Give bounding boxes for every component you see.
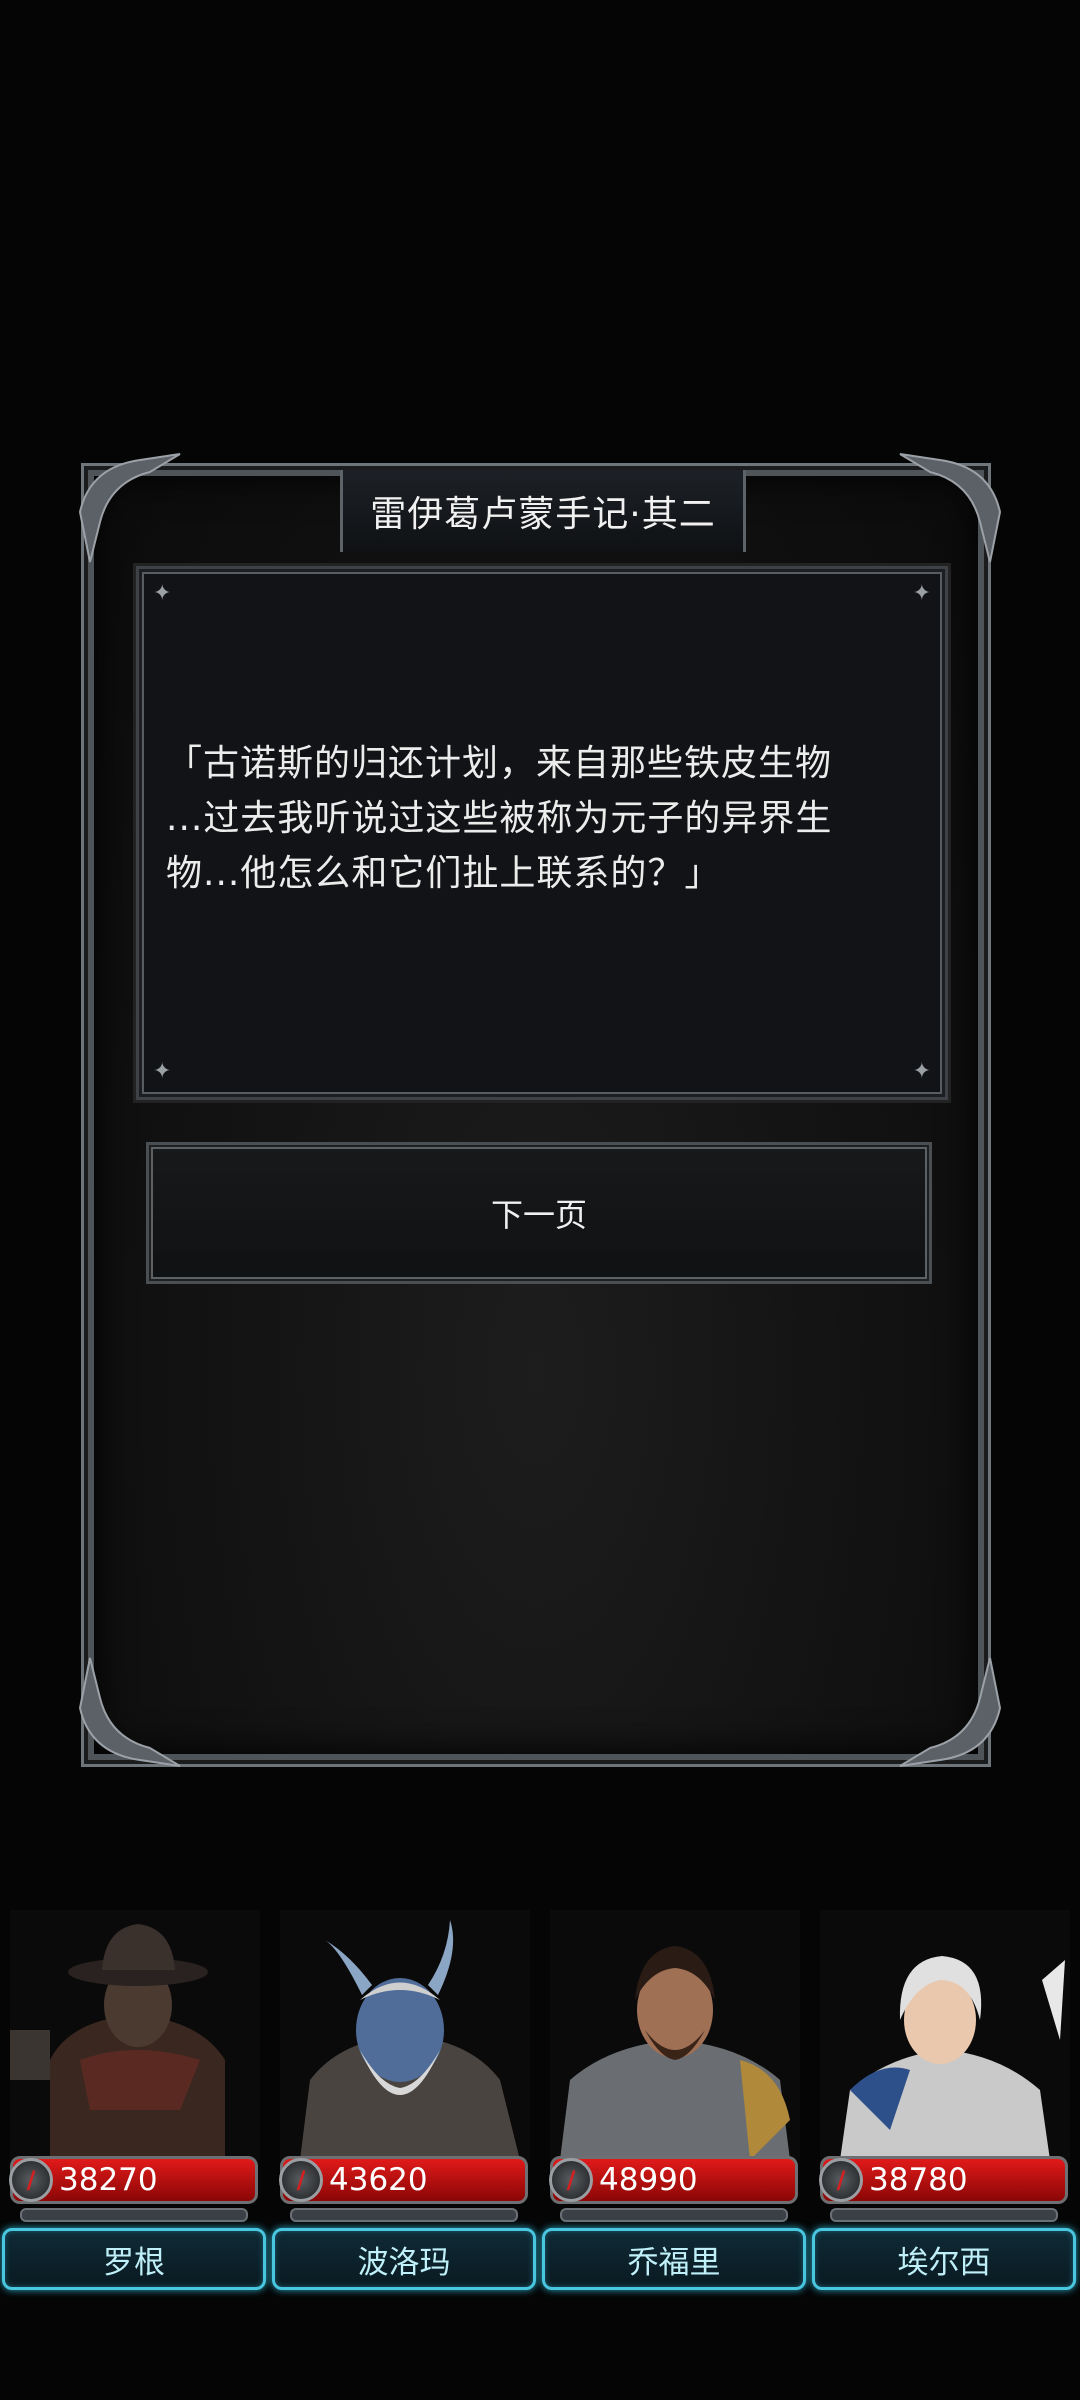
hp-value: 38270 xyxy=(59,2162,158,2198)
energy-bar xyxy=(830,2208,1058,2222)
name-button-joffrey[interactable]: 乔福里 xyxy=(542,2228,806,2290)
next-page-label: 下一页 xyxy=(490,1196,587,1234)
name-button-rogen[interactable]: 罗根 xyxy=(2,2228,266,2290)
sword-icon: / xyxy=(819,2158,863,2202)
hp-value: 38780 xyxy=(869,2162,968,2198)
portrait-rogen[interactable] xyxy=(10,1910,260,2160)
energy-bar xyxy=(290,2208,518,2222)
party-member-rogen[interactable]: / 38270 罗根 xyxy=(0,1900,268,2300)
star-ornament-icon: ✦ xyxy=(153,1059,172,1084)
dialog-line: 「古诺斯的归还计划，来自那些铁皮生物 xyxy=(166,743,833,784)
portrait-boloma[interactable] xyxy=(280,1910,530,2160)
star-ornament-icon: ✦ xyxy=(153,581,172,606)
energy-bar xyxy=(560,2208,788,2222)
energy-bar xyxy=(20,2208,248,2222)
star-ornament-icon: ✦ xyxy=(912,1059,931,1084)
frame-ornament-bottom-right xyxy=(890,1648,1010,1768)
member-name: 罗根 xyxy=(103,2244,165,2281)
name-button-boloma[interactable]: 波洛玛 xyxy=(272,2228,536,2290)
next-page-button[interactable]: 下一页 xyxy=(146,1142,932,1284)
dialog-title: 雷伊葛卢蒙手记·其二 xyxy=(370,494,716,535)
portrait-elsie[interactable] xyxy=(820,1910,1070,2160)
sword-icon: / xyxy=(279,2158,323,2202)
frame-ornament-bottom-left xyxy=(70,1648,190,1768)
frame-ornament-top-left xyxy=(70,452,190,572)
dialog-body-text: 「古诺斯的归还计划，来自那些铁皮生物 ...过去我听说过这些被称为元子的异界生 … xyxy=(166,736,936,901)
member-name: 埃尔西 xyxy=(897,2244,991,2281)
member-name: 乔福里 xyxy=(627,2244,721,2281)
dialog-line: 物...他怎么和它们扯上联系的？」 xyxy=(166,853,722,894)
party-member-elsie[interactable]: / 38780 埃尔西 xyxy=(810,1900,1078,2300)
name-button-elsie[interactable]: 埃尔西 xyxy=(812,2228,1076,2290)
dialog-title-bar: 雷伊葛卢蒙手记·其二 xyxy=(340,470,746,552)
party-member-joffrey[interactable]: / 48990 乔福里 xyxy=(540,1900,808,2300)
sword-icon: / xyxy=(9,2158,53,2202)
star-ornament-icon: ✦ xyxy=(912,581,931,606)
hp-value: 43620 xyxy=(329,2162,428,2198)
portrait-joffrey[interactable] xyxy=(550,1910,800,2160)
dialog-line: ...过去我听说过这些被称为元子的异界生 xyxy=(166,798,833,839)
hp-bar: / 38270 xyxy=(9,2156,258,2204)
party-member-boloma[interactable]: / 43620 波洛玛 xyxy=(270,1900,538,2300)
hp-bar: / 43620 xyxy=(279,2156,528,2204)
hp-bar: / 48990 xyxy=(549,2156,798,2204)
member-name: 波洛玛 xyxy=(357,2244,451,2281)
sword-icon: / xyxy=(549,2158,593,2202)
party-bar: / 38270 罗根 / 43620 波洛玛 / 48990 乔福里 / 387… xyxy=(0,1900,1080,2300)
hp-value: 48990 xyxy=(599,2162,698,2198)
frame-ornament-top-right xyxy=(890,452,1010,572)
hp-bar: / 38780 xyxy=(819,2156,1068,2204)
